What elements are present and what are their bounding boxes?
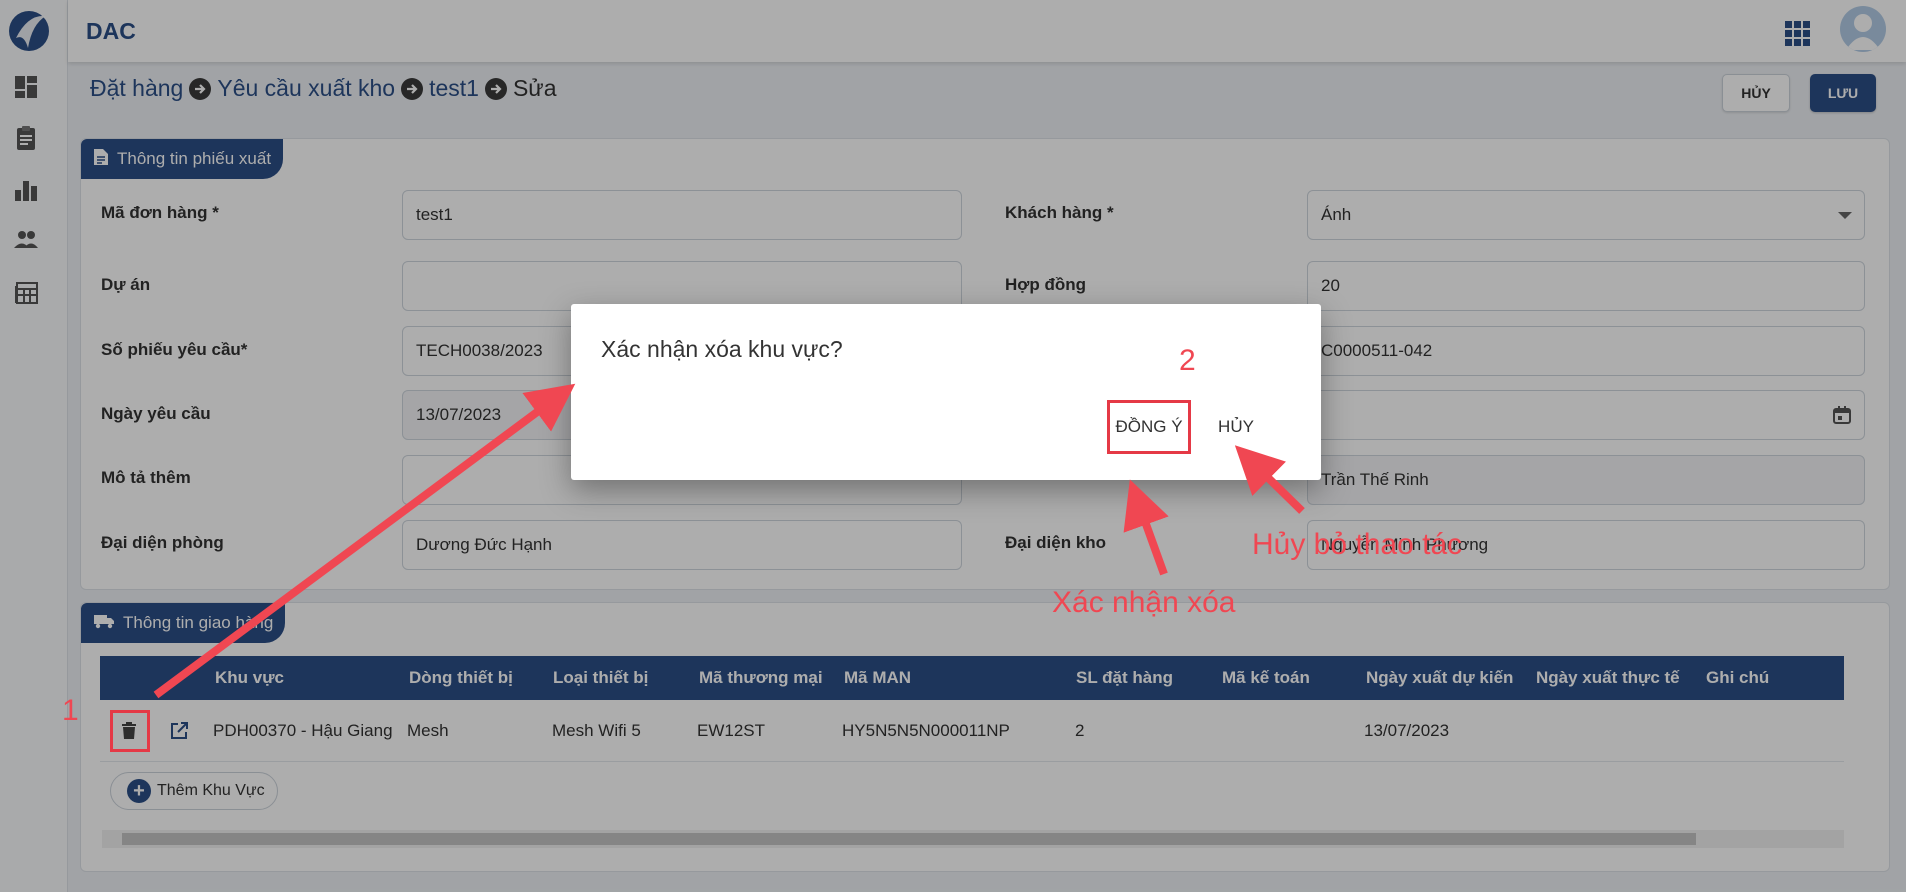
annotation-step-1: 1 — [62, 694, 79, 727]
dialog-message: Xác nhận xóa khu vực? — [601, 336, 843, 362]
annotation-confirm-delete: Xác nhận xóa — [1052, 586, 1236, 619]
dialog-cancel-button[interactable]: HỦY — [1201, 400, 1271, 454]
confirm-button[interactable]: ĐỒNG Ý — [1107, 400, 1191, 454]
trash-highlight-box — [110, 710, 150, 752]
annotation-step-2: 2 — [1179, 344, 1196, 377]
confirm-dialog: Xác nhận xóa khu vực? ĐỒNG Ý HỦY — [571, 304, 1321, 480]
annotation-cancel-action: Hủy bỏ thao tác — [1252, 528, 1463, 561]
